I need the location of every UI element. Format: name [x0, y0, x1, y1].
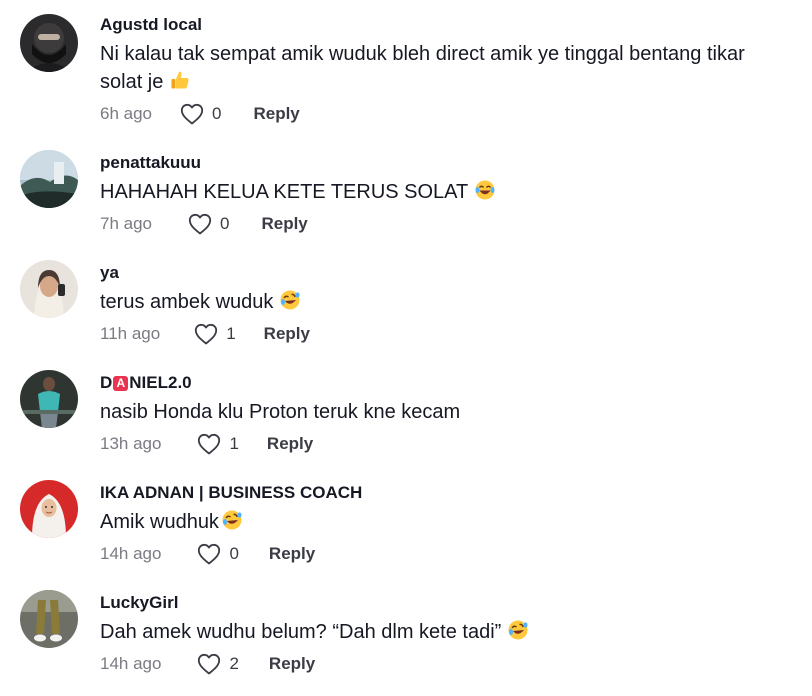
like-button[interactable]: 0 [180, 103, 221, 125]
username[interactable]: Agustd local [100, 14, 202, 36]
comment-text-body: Amik wudhuk [100, 511, 219, 533]
timestamp: 7h ago [100, 214, 152, 233]
timestamp: 6h ago [100, 104, 152, 123]
like-button[interactable]: 1 [194, 323, 236, 345]
comment-meta: 11h ago 1 Reply [100, 321, 310, 347]
heart-icon [188, 213, 212, 235]
like-count: 1 [229, 434, 239, 453]
username[interactable]: penattakuuu [100, 152, 201, 174]
rofl-emoji [221, 509, 243, 531]
like-count: 2 [229, 654, 239, 673]
rofl-emoji [507, 619, 529, 641]
username[interactable]: ya [100, 262, 119, 284]
comment-text-body: terus ambek wuduk [100, 291, 274, 313]
comment-text: Amik wudhuk [100, 508, 780, 536]
avatar[interactable] [20, 14, 78, 72]
username[interactable]: IKA ADNAN | BUSINESS COACH [100, 482, 362, 504]
like-count: 1 [226, 324, 236, 343]
thumbs-up-emoji [169, 69, 191, 91]
username-part: NIEL2.0 [129, 373, 192, 392]
like-button[interactable]: 1 [197, 433, 239, 455]
heart-icon [197, 433, 221, 455]
reply-button[interactable]: Reply [269, 544, 315, 564]
like-count: 0 [212, 104, 222, 123]
comment-text: Dah amek wudhu belum? “Dah dlm kete tadi… [100, 618, 780, 646]
comment-text: nasib Honda klu Proton teruk kne kecam [100, 401, 461, 423]
comment-text-body: Ni kalau tak sempat amik wuduk bleh dire… [100, 43, 745, 93]
avatar[interactable] [20, 370, 78, 428]
like-button[interactable]: 0 [197, 543, 239, 565]
username-part: D [100, 373, 113, 392]
reply-button[interactable]: Reply [269, 654, 315, 674]
avatar[interactable] [20, 150, 78, 208]
letter-badge: A [113, 376, 129, 391]
like-button[interactable]: 2 [197, 653, 239, 675]
timestamp: 14h ago [100, 654, 162, 673]
heart-icon [197, 543, 221, 565]
timestamp: 13h ago [100, 434, 162, 453]
like-count: 0 [220, 214, 230, 233]
comment-text: Ni kalau tak sempat amik wuduk bleh dire… [100, 40, 780, 96]
comment-text: terus ambek wuduk [100, 288, 780, 316]
comment-text-body: Dah amek wudhu belum? “Dah dlm kete tadi… [100, 621, 502, 643]
rofl-emoji [279, 289, 301, 311]
reply-button[interactable]: Reply [264, 324, 310, 344]
reply-button[interactable]: Reply [253, 104, 299, 124]
comment-meta: 14h ago 0 Reply [100, 541, 315, 567]
comment-text: HAHAHAH KELUA KETE TERUS SOLAT [100, 178, 780, 206]
like-count: 0 [229, 544, 239, 563]
username[interactable]: D A NIEL2.0 [100, 372, 192, 394]
avatar[interactable] [20, 480, 78, 538]
avatar[interactable] [20, 590, 78, 648]
timestamp: 11h ago [100, 324, 161, 343]
comment-meta: 14h ago 2 Reply [100, 651, 315, 677]
tears-of-joy-emoji [474, 179, 496, 201]
heart-icon [197, 653, 221, 675]
heart-icon [194, 323, 218, 345]
reply-button[interactable]: Reply [267, 434, 313, 454]
reply-button[interactable]: Reply [261, 214, 307, 234]
heart-icon [180, 103, 204, 125]
comment-meta: 6h ago 0 Reply [100, 101, 300, 127]
avatar[interactable] [20, 260, 78, 318]
comment-meta: 7h ago 0 Reply [100, 211, 308, 237]
username[interactable]: LuckyGirl [100, 592, 178, 614]
comment-text-body: HAHAHAH KELUA KETE TERUS SOLAT [100, 181, 469, 203]
timestamp: 14h ago [100, 544, 162, 563]
comment-meta: 13h ago 1 Reply [100, 431, 313, 457]
like-button[interactable]: 0 [188, 213, 229, 235]
